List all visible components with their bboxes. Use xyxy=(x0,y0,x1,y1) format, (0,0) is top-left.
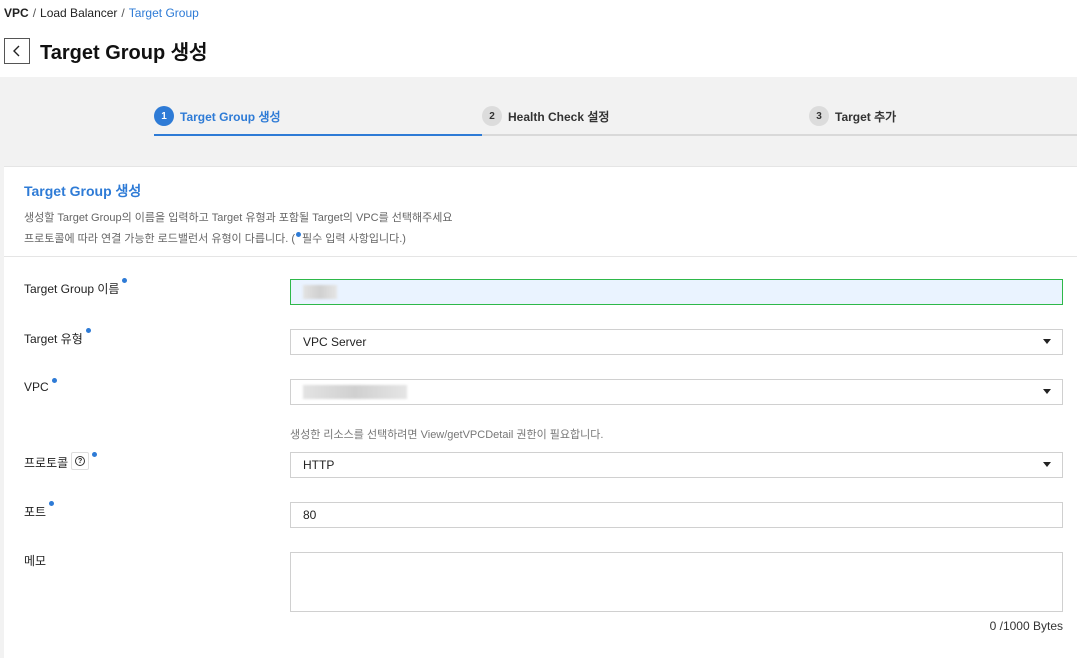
caret-down-icon xyxy=(1043,462,1051,467)
required-dot-icon xyxy=(122,278,128,283)
breadcrumb-target-group[interactable]: Target Group xyxy=(129,6,199,20)
section-title: Target Group 생성 xyxy=(24,183,142,199)
target-type-label: Target 유형 xyxy=(24,332,83,346)
field-label: Target 유형 xyxy=(24,328,91,347)
memo-label: 메모 xyxy=(24,554,47,568)
breadcrumb: VPC / Load Balancer / Target Group xyxy=(4,6,199,20)
section-header: Target Group 생성 생성할 Target Group의 이름을 입력… xyxy=(4,167,1077,257)
breadcrumb-load-balancer[interactable]: Load Balancer xyxy=(40,6,117,20)
step-2[interactable]: 2 Health Check 설정 xyxy=(482,106,609,126)
target-type-select[interactable]: VPC Server xyxy=(290,329,1063,355)
vpc-select[interactable] xyxy=(290,379,1063,405)
form-card: Target Group 생성 생성할 Target Group의 이름을 입력… xyxy=(4,166,1077,658)
port-value: 80 xyxy=(303,508,317,522)
caret-down-icon xyxy=(1043,339,1051,344)
redacted-value xyxy=(303,285,337,299)
required-dot-icon xyxy=(296,232,301,237)
section-description: 생성할 Target Group의 이름을 입력하고 Target 유형과 포함… xyxy=(24,208,1057,250)
page-title: Target Group 생성 xyxy=(40,42,208,64)
step-number: 3 xyxy=(809,106,829,126)
field-label: Target Group 이름 xyxy=(24,278,128,297)
description-line-2: 프로토콜에 따라 연결 가능한 로드밸런서 유형이 다릅니다. ( 필수 입력 사… xyxy=(24,229,1057,250)
description-line-1: 생성할 Target Group의 이름을 입력하고 Target 유형과 포함… xyxy=(24,212,453,224)
redacted-value xyxy=(303,385,407,399)
required-dot-icon xyxy=(85,328,91,333)
protocol-label: 프로토콜 xyxy=(24,456,69,470)
select-value: HTTP xyxy=(303,458,335,472)
step-label: Target Group 생성 xyxy=(180,109,281,124)
required-dot-icon xyxy=(49,501,55,506)
field-label: 프로토콜 ? xyxy=(24,452,98,471)
name-label: Target Group 이름 xyxy=(24,282,120,296)
field-label: 포트 xyxy=(24,501,55,520)
vpc-permission-hint: 생성한 리소스를 선택하려면 View/getVPCDetail 권한이 필요합… xyxy=(290,429,604,441)
protocol-select[interactable]: HTTP xyxy=(290,452,1063,478)
memo-byte-count: 0 /1000 Bytes xyxy=(989,619,1063,633)
step-number: 1 xyxy=(154,106,174,126)
vpc-label: VPC xyxy=(24,380,49,394)
step-1[interactable]: 1 Target Group 생성 xyxy=(154,106,481,136)
field-label: VPC xyxy=(24,378,57,394)
wizard-steps: 1 Target Group 생성 2 Health Check 설정 3 Ta… xyxy=(154,105,1077,136)
page-header: Target Group 생성 xyxy=(4,36,208,65)
back-button[interactable] xyxy=(4,37,30,64)
step-label: Target 추가 xyxy=(835,109,897,124)
memo-textarea[interactable] xyxy=(290,552,1063,612)
breadcrumb-separator: / xyxy=(32,6,37,20)
step-number: 2 xyxy=(482,106,502,126)
description-text: 프로토콜에 따라 연결 가능한 로드밸런서 유형이 다릅니다. ( xyxy=(24,233,295,245)
port-input[interactable]: 80 xyxy=(290,502,1063,528)
select-value: VPC Server xyxy=(303,335,367,349)
step-3[interactable]: 3 Target 추가 xyxy=(809,106,896,126)
breadcrumb-separator: / xyxy=(121,6,125,20)
required-dot-icon xyxy=(92,452,98,457)
caret-down-icon xyxy=(1043,389,1051,394)
target-group-name-input[interactable] xyxy=(290,279,1063,305)
chevron-left-icon xyxy=(13,45,20,56)
breadcrumb-vpc[interactable]: VPC xyxy=(4,6,29,20)
description-text: 필수 입력 사항입니다.) xyxy=(302,233,406,245)
step-label: Health Check 설정 xyxy=(508,109,610,124)
question-circle-icon[interactable]: ? xyxy=(71,452,90,470)
field-label: 메모 xyxy=(24,552,46,569)
required-dot-icon xyxy=(51,378,57,383)
port-label: 포트 xyxy=(24,505,47,519)
